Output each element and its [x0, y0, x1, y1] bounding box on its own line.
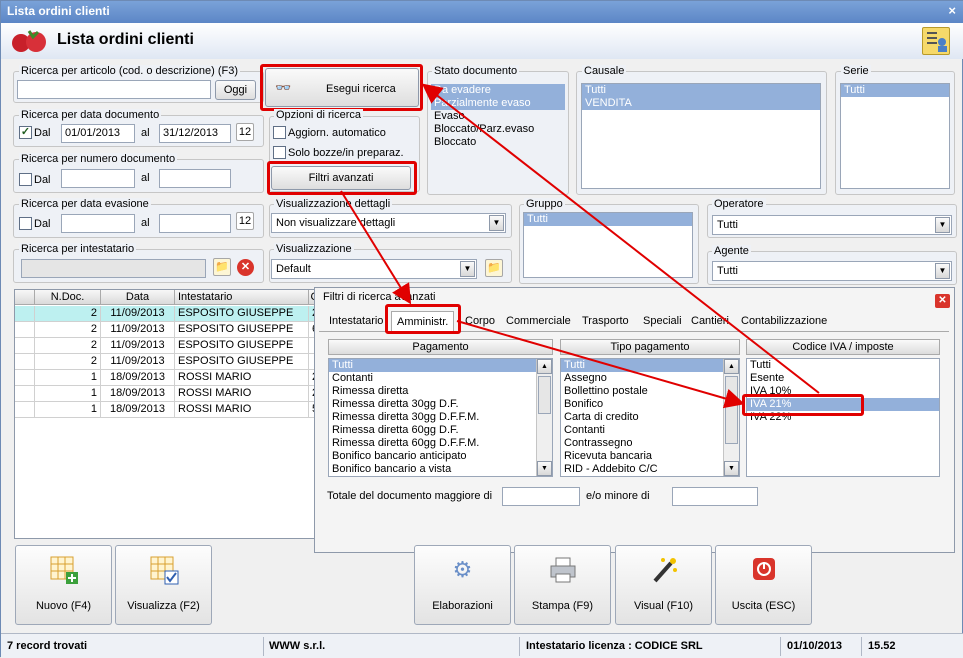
magic-wand-icon	[649, 555, 679, 585]
status-separator	[519, 637, 520, 656]
power-icon	[749, 555, 779, 585]
main-window: Lista ordini clienti × Lista ordini clie…	[0, 0, 963, 658]
status-bar: 7 record trovati WWW s.r.l. Intestatario…	[1, 633, 963, 658]
visual-button[interactable]: Visual (F10)	[615, 545, 712, 625]
printer-icon	[548, 555, 578, 585]
status-separator	[861, 637, 862, 656]
status-separator	[780, 637, 781, 656]
print-label: Stampa (F9)	[531, 600, 594, 612]
status-time: 15.52	[868, 640, 896, 652]
status-separator	[263, 637, 264, 656]
records-count: 7 record trovati	[7, 640, 88, 652]
exit-label: Uscita (ESC)	[731, 600, 796, 612]
exit-button[interactable]: Uscita (ESC)	[715, 545, 812, 625]
view-document-icon	[149, 555, 179, 585]
arrow-tab-to-iva	[456, 320, 745, 409]
new-button[interactable]: Nuovo (F4)	[15, 545, 112, 625]
license-holder: Intestatario licenza : CODICE SRL	[526, 640, 703, 652]
status-date: 01/10/2013	[787, 640, 843, 652]
new-label: Nuovo (F4)	[35, 600, 92, 612]
print-button[interactable]: Stampa (F9)	[514, 545, 611, 625]
gear-icon: ⚙	[452, 557, 473, 582]
elaborations-button[interactable]: ⚙ Elaborazioni	[414, 545, 511, 625]
company-name: WWW s.r.l.	[269, 640, 326, 652]
view-label: Visualizza (F2)	[127, 600, 200, 612]
visual-label: Visual (F10)	[633, 600, 694, 612]
elaborations-label: Elaborazioni	[432, 600, 493, 612]
view-button[interactable]: Visualizza (F2)	[115, 545, 212, 625]
new-document-icon	[49, 555, 79, 585]
arrow-filters-to-tab	[340, 190, 412, 305]
arrow-iva-to-search	[421, 83, 820, 394]
